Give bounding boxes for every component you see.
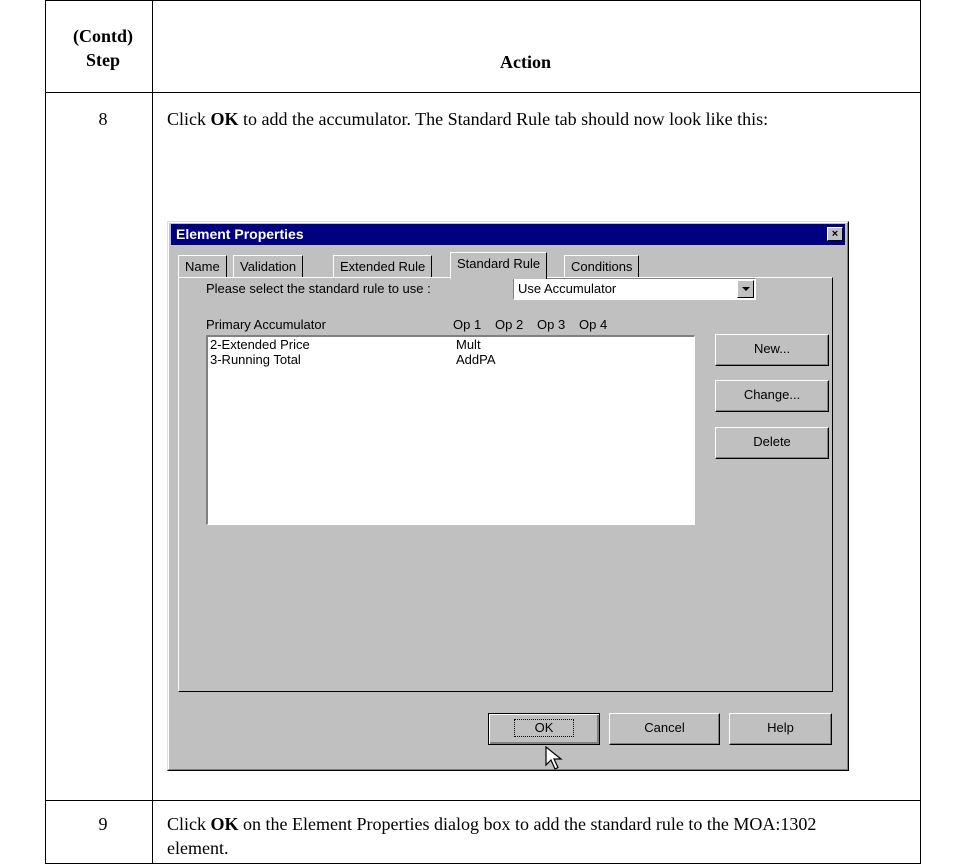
action-text-bold: OK — [210, 109, 239, 129]
new-button[interactable]: New... — [715, 334, 829, 366]
element-properties-dialog: Element Properties × Name Validation Ext… — [167, 221, 849, 771]
list-item-op1: Mult — [456, 337, 481, 352]
cancel-button[interactable]: Cancel — [609, 713, 720, 745]
table-border-divider — [152, 0, 153, 864]
table-border-right — [920, 0, 921, 864]
change-button[interactable]: Change... — [715, 380, 829, 412]
tab-validation[interactable]: Validation — [233, 255, 304, 277]
accumulator-list[interactable]: 2-Extended Price Mult 3-Running Total Ad… — [206, 335, 695, 525]
list-item[interactable]: 2-Extended Price Mult — [210, 337, 690, 352]
list-item-name: 3-Running Total — [210, 352, 301, 367]
action-text-suffix: on the Element Properties dialog box to … — [167, 814, 817, 858]
action-text-step-9: Click OK on the Element Properties dialo… — [167, 812, 867, 860]
action-text-prefix: Click — [167, 814, 211, 834]
step-number-9: 9 — [98, 814, 108, 834]
column-op3: Op 3 — [537, 317, 566, 332]
column-op1: Op 1 — [453, 317, 482, 332]
tab-standard-rule[interactable]: Standard Rule — [450, 252, 548, 279]
header-step: (Contd) Step — [60, 24, 146, 72]
action-text-suffix: to add the accumulator. The Standard Rul… — [238, 109, 769, 129]
step-number-8: 8 — [98, 109, 108, 129]
mouse-pointer-icon — [545, 746, 563, 770]
tab-extended-rule[interactable]: Extended Rule — [333, 255, 433, 277]
delete-button[interactable]: Delete — [715, 427, 829, 459]
header-action: Action — [500, 52, 551, 72]
dialog-title: Element Properties — [176, 226, 304, 242]
column-op4: Op 4 — [579, 317, 608, 332]
ok-button-label: OK — [513, 719, 575, 737]
table-border-header-bottom — [45, 92, 921, 93]
action-text-step-8: Click OK to add the accumulator. The Sta… — [167, 107, 867, 131]
standard-rule-select-value: Use Accumulator — [518, 281, 617, 296]
standard-rule-select[interactable]: Use Accumulator — [513, 278, 756, 300]
list-item-name: 2-Extended Price — [210, 337, 310, 352]
help-button[interactable]: Help — [729, 713, 832, 745]
table-border-row1-bottom — [45, 800, 921, 801]
chevron-down-icon[interactable] — [737, 280, 754, 298]
action-text-bold: OK — [210, 814, 239, 834]
list-item-op1: AddPA — [456, 352, 496, 367]
close-icon[interactable]: × — [827, 227, 843, 241]
select-rule-label: Please select the standard rule to use : — [206, 281, 431, 296]
list-item[interactable]: 3-Running Total AddPA — [210, 352, 690, 367]
header-step-line1: (Contd) — [72, 26, 133, 46]
column-primary-accumulator: Primary Accumulator — [206, 317, 326, 332]
tab-name[interactable]: Name — [178, 255, 227, 277]
column-op2: Op 2 — [495, 317, 524, 332]
tab-conditions[interactable]: Conditions — [564, 255, 640, 277]
action-text-prefix: Click — [167, 109, 211, 129]
table-border-top — [45, 0, 921, 1]
table-border-left — [45, 0, 46, 864]
header-step-line2: Step — [85, 50, 120, 70]
dialog-titlebar[interactable]: Element Properties × — [171, 224, 845, 245]
ok-button[interactable]: OK — [488, 713, 600, 745]
